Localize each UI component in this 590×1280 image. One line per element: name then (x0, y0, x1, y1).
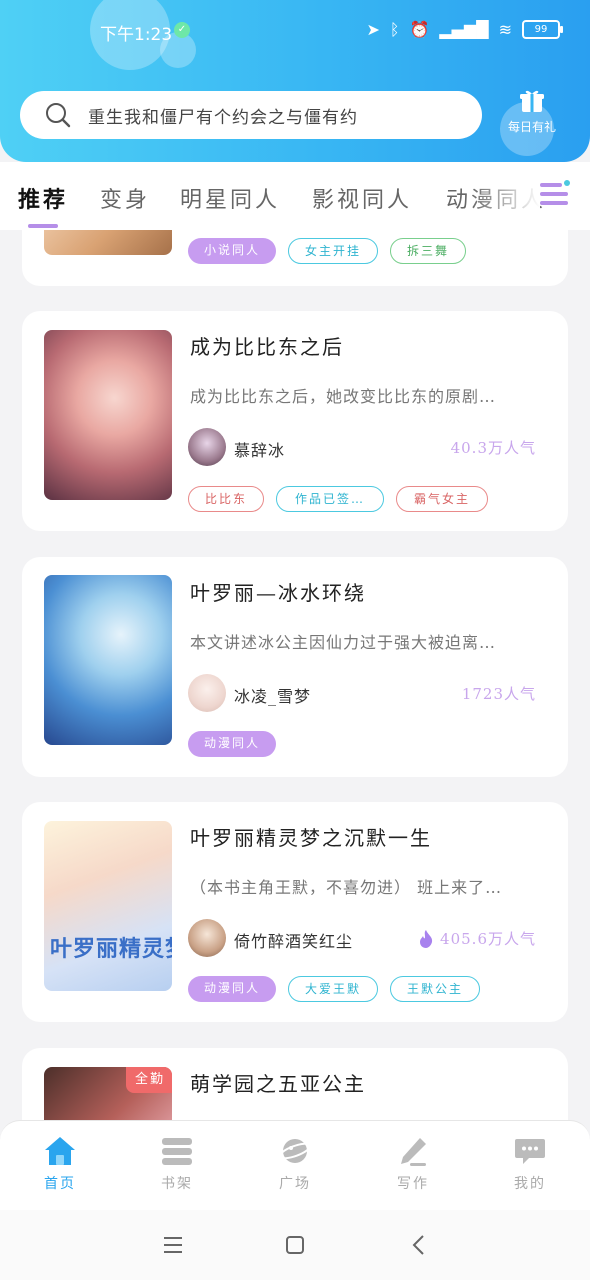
book-title[interactable]: 成为比比东之后 (190, 331, 344, 360)
nav-square[interactable]: 广场 (250, 1135, 340, 1193)
book-cover: 全勤 (44, 1067, 172, 1120)
bluetooth-icon: ᛒ (389, 20, 400, 39)
chat-icon (515, 1139, 545, 1164)
nav-profile[interactable]: 我的 (485, 1135, 575, 1193)
tab-recommend[interactable]: 推荐 (18, 182, 68, 214)
status-time: 下午1:23 (100, 25, 173, 45)
book-cover (44, 230, 172, 255)
nav-label: 写作 (397, 1176, 429, 1192)
popularity-count: 40.3万人气 (450, 439, 536, 457)
pen-icon (401, 1138, 426, 1166)
alarm-icon: ⏰ (409, 20, 430, 39)
tab-transform[interactable]: 变身 (100, 182, 150, 214)
wifi-icon: ≋ (498, 20, 512, 39)
daily-gift-button[interactable]: 每日有礼 (500, 88, 564, 146)
nav-bookshelf[interactable]: 书架 (132, 1135, 222, 1193)
hot-flame-icon (420, 930, 433, 948)
search-bar[interactable]: 重生我和僵尸有个约会之与僵有约 (20, 91, 482, 139)
cover-title: 叶罗丽精灵梦 (50, 936, 172, 962)
system-navigation-bar (0, 1210, 590, 1280)
book-cover (44, 575, 172, 745)
book-tag[interactable]: 动漫同人 (188, 731, 276, 757)
popularity-count: 405.6万人气 (440, 930, 536, 948)
book-title[interactable]: 萌学园之五亚公主 (190, 1068, 366, 1097)
location-icon: ➤ (366, 20, 380, 39)
book-tag[interactable]: 拆三舞 (390, 238, 466, 264)
planet-icon (278, 1139, 312, 1163)
notification-icon: ✓ (174, 22, 190, 38)
signal-icon: ▂▄▆█ (439, 20, 489, 39)
book-tag[interactable]: 动漫同人 (188, 976, 276, 1002)
status-bar: 下午1:23 ✓ ➤ ᛒ ⏰ ▂▄▆█ ≋ 99 (0, 0, 590, 60)
book-description: 本文讲述冰公主因仙力过于强大被迫离… (190, 633, 497, 652)
daily-gift-label: 每日有礼 (507, 120, 556, 134)
book-tag[interactable]: 王默公主 (390, 976, 480, 1002)
battery-icon: 99 (522, 20, 563, 39)
back-icon[interactable] (404, 1230, 434, 1260)
book-card[interactable]: 叶罗丽精灵梦 叶罗丽精灵梦之沉默一生 （本书主角王默，不喜勿进） 班上来了… 倚… (22, 802, 568, 1022)
popularity-count: 1723人气 (461, 685, 536, 703)
book-card[interactable]: 全勤 萌学园之五亚公主 (22, 1048, 568, 1120)
tab-fade (470, 162, 540, 230)
book-cover: 叶罗丽精灵梦 (44, 821, 172, 991)
tab-film-fanfic[interactable]: 影视同人 (312, 182, 412, 214)
header: 下午1:23 ✓ ➤ ᛒ ⏰ ▂▄▆█ ≋ 99 重生我和僵尸有个约会之与僵有约… (0, 0, 590, 162)
book-tag[interactable]: 小说同人 (188, 238, 276, 264)
search-icon (46, 103, 71, 128)
book-feed[interactable]: 小说同人 女主开挂 拆三舞 成为比比东之后 成为比比东之后，她改变比比东的原剧…… (0, 230, 590, 1120)
book-author[interactable]: 倚竹醉酒笑红尘 (234, 928, 353, 952)
nav-label: 我的 (514, 1176, 546, 1192)
book-card[interactable]: 小说同人 女主开挂 拆三舞 (22, 230, 568, 286)
gift-icon (520, 90, 544, 112)
home-button-icon[interactable] (280, 1230, 310, 1260)
avatar[interactable] (188, 674, 226, 712)
home-icon (45, 1137, 75, 1165)
book-title[interactable]: 叶罗丽—冰水环绕 (190, 577, 366, 606)
bottom-navigation: 首页 书架 广场 写作 我的 (0, 1120, 590, 1211)
nav-label: 首页 (44, 1176, 76, 1192)
tab-celebrity-fanfic[interactable]: 明星同人 (180, 182, 280, 214)
category-menu-icon[interactable] (536, 178, 572, 210)
book-title[interactable]: 叶罗丽精灵梦之沉默一生 (190, 822, 432, 851)
nav-home[interactable]: 首页 (15, 1135, 105, 1193)
book-card[interactable]: 成为比比东之后 成为比比东之后，她改变比比东的原剧… 慕辞冰 40.3万人气 比… (22, 311, 568, 531)
nav-label: 书架 (161, 1176, 193, 1192)
book-author[interactable]: 慕辞冰 (234, 437, 285, 461)
avatar[interactable] (188, 919, 226, 957)
book-tag[interactable]: 霸气女主 (396, 486, 488, 512)
book-description: （本书主角王默，不喜勿进） 班上来了… (190, 878, 503, 897)
book-tag[interactable]: 比比东 (188, 486, 264, 512)
avatar[interactable] (188, 428, 226, 466)
nav-write[interactable]: 写作 (368, 1135, 458, 1193)
book-tag[interactable]: 女主开挂 (288, 238, 378, 264)
status-icons: ➤ ᛒ ⏰ ▂▄▆█ ≋ 99 (366, 20, 563, 39)
book-tag[interactable]: 作品已签… (276, 486, 384, 512)
menu-icon[interactable] (158, 1230, 188, 1260)
tab-active-indicator (28, 224, 58, 228)
nav-label: 广场 (279, 1176, 311, 1192)
category-tabs: 推荐 变身 明星同人 影视同人 动漫同人 (0, 162, 590, 230)
full-attendance-badge: 全勤 (126, 1067, 172, 1093)
bookshelf-icon (162, 1138, 192, 1165)
book-cover (44, 330, 172, 500)
book-card[interactable]: 叶罗丽—冰水环绕 本文讲述冰公主因仙力过于强大被迫离… 冰凌_雪梦 1723人气… (22, 557, 568, 777)
search-placeholder: 重生我和僵尸有个约会之与僵有约 (88, 107, 358, 128)
book-tag[interactable]: 大爱王默 (288, 976, 378, 1002)
book-author[interactable]: 冰凌_雪梦 (234, 683, 311, 707)
book-description: 成为比比东之后，她改变比比东的原剧… (190, 387, 497, 406)
